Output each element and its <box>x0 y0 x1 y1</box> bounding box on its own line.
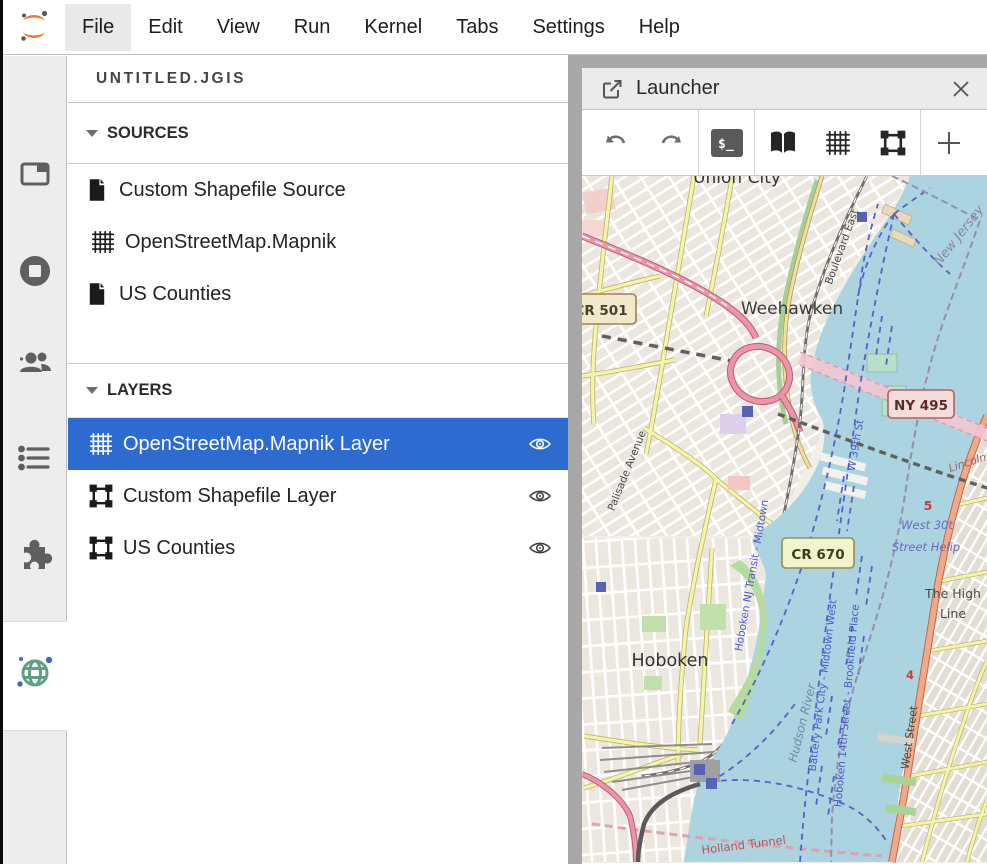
new-vector-layer-icon[interactable] <box>865 117 920 169</box>
layer-row-custom-shapefile[interactable]: Custom Shapefile Layer <box>68 470 568 522</box>
layers-header-label: LAYERS <box>107 381 172 400</box>
map-label-union-city: Union City <box>693 176 781 188</box>
layer-label: US Counties <box>123 537 235 560</box>
layers-section-header[interactable]: LAYERS <box>68 363 568 418</box>
source-item-label: Custom Shapefile Source <box>119 179 346 202</box>
document-title: UNTITLED.JGIS <box>68 56 568 103</box>
source-item-us-counties[interactable]: US Counties <box>68 268 568 320</box>
sources-section-header[interactable]: SOURCES <box>68 103 568 164</box>
caret-down-icon <box>86 130 98 137</box>
redo-icon[interactable] <box>643 117 698 169</box>
folder-icon[interactable] <box>3 156 66 192</box>
jupytergis-left-panel: UNTITLED.JGIS SOURCES Custom Shapefile S… <box>68 56 568 864</box>
raster-grid-icon <box>89 432 113 456</box>
activity-bar <box>3 56 67 864</box>
shield-cr670-label: CR 670 <box>791 547 844 563</box>
visibility-eye-icon[interactable] <box>528 488 554 504</box>
layer-label: Custom Shapefile Layer <box>123 485 336 508</box>
launcher-external-icon <box>600 77 624 101</box>
source-item-label: US Counties <box>119 283 231 306</box>
window-left-edge <box>0 0 3 864</box>
openstreetmap-view: Union City Weehawken Hoboken Hudson Rive… <box>582 176 987 863</box>
layer-row-us-counties[interactable]: US Counties <box>68 522 568 574</box>
map-toolbar: $_ <box>582 110 987 176</box>
visibility-eye-icon[interactable] <box>528 540 554 556</box>
running-kernels-icon[interactable] <box>3 251 66 291</box>
open-book-icon[interactable] <box>755 117 810 169</box>
jupyterlab-window: File Edit View Run Kernel Tabs Settings … <box>0 0 987 864</box>
sources-header-label: SOURCES <box>107 124 189 143</box>
menu-tabs[interactable]: Tabs <box>439 4 515 51</box>
menu-edit[interactable]: Edit <box>131 4 199 51</box>
menu-help[interactable]: Help <box>622 4 697 51</box>
extensions-puzzle-icon[interactable] <box>3 533 66 573</box>
collaboration-users-icon[interactable] <box>3 344 66 384</box>
raster-grid-icon <box>91 230 115 254</box>
svg-text:$_: $_ <box>718 137 734 152</box>
source-item-custom-shapefile[interactable]: Custom Shapefile Source <box>68 164 568 216</box>
vector-polygon-icon <box>89 484 113 508</box>
file-icon <box>85 282 109 306</box>
dock-strip <box>582 55 987 68</box>
map-label-high-line-1: The High <box>924 586 981 601</box>
caret-down-icon <box>86 387 98 394</box>
menu-items: File Edit View Run Kernel Tabs Settings … <box>65 0 697 54</box>
tab-launcher-label[interactable]: Launcher <box>636 77 719 100</box>
source-item-openstreetmap[interactable]: OpenStreetMap.Mapnik <box>68 216 568 268</box>
shield-cr501-label: CR 501 <box>582 303 628 319</box>
jupyter-logo-icon <box>3 0 65 55</box>
vector-polygon-icon <box>89 536 113 560</box>
layer-label: OpenStreetMap.Mapnik Layer <box>123 433 390 456</box>
close-icon[interactable] <box>951 79 971 99</box>
main-dock: Launcher <box>582 55 987 864</box>
menu-settings[interactable]: Settings <box>515 4 621 51</box>
undo-icon[interactable] <box>588 117 643 169</box>
menu-file[interactable]: File <box>65 4 131 51</box>
map-label-weehawken: Weehawken <box>741 299 843 319</box>
source-item-label: OpenStreetMap.Mapnik <box>125 231 336 254</box>
menu-run[interactable]: Run <box>277 4 348 51</box>
jupytergis-globe-icon[interactable] <box>3 651 66 693</box>
map-label-high-line-2: Line <box>940 606 966 621</box>
layer-row-openstreetmap[interactable]: OpenStreetMap.Mapnik Layer <box>68 418 568 470</box>
new-raster-layer-icon[interactable] <box>810 117 865 169</box>
map-label-heliport-1: West 30t <box>901 518 953 532</box>
plus-icon[interactable] <box>921 117 976 169</box>
map-label-route-5: 5 <box>924 498 933 513</box>
file-icon <box>85 178 109 202</box>
menubar: File Edit View Run Kernel Tabs Settings … <box>3 0 987 55</box>
menu-kernel[interactable]: Kernel <box>347 4 439 51</box>
visibility-eye-icon[interactable] <box>528 436 554 452</box>
map-label-hoboken: Hoboken <box>631 651 708 671</box>
menu-view[interactable]: View <box>200 4 277 51</box>
terminal-icon[interactable]: $_ <box>699 117 754 169</box>
tab-bar: Launcher <box>582 68 987 110</box>
shield-ny495-label: NY 495 <box>894 398 948 414</box>
map-label-heliport-2: Street Helip <box>892 540 960 554</box>
map-label-route-4: 4 <box>906 668 914 682</box>
table-of-contents-icon[interactable] <box>3 439 66 477</box>
panel-divider[interactable] <box>568 55 582 864</box>
map-canvas[interactable]: Union City Weehawken Hoboken Hudson Rive… <box>582 176 987 863</box>
